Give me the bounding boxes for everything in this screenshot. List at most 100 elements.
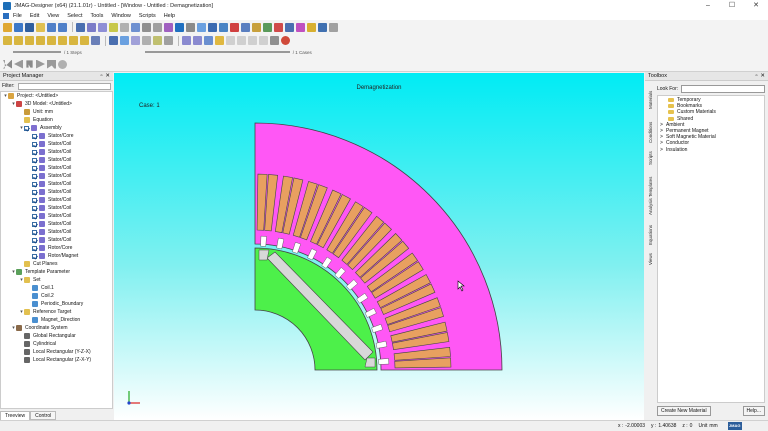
- cube-icon[interactable]: [3, 36, 12, 45]
- options-icon[interactable]: [329, 22, 338, 32]
- pan-icon[interactable]: [230, 22, 239, 32]
- tree-item[interactable]: Stator/Coil: [1, 188, 112, 196]
- close-button[interactable]: ✕: [744, 0, 768, 11]
- visibility-checkbox[interactable]: [32, 173, 37, 179]
- study-icon[interactable]: [131, 22, 140, 32]
- motor-model[interactable]: [114, 73, 644, 420]
- menu-file[interactable]: File: [13, 13, 22, 19]
- tab-materials[interactable]: Materials: [646, 85, 655, 111]
- tree-item[interactable]: ▾ 3D Model: <Untitled>: [1, 100, 112, 108]
- view-iso-icon[interactable]: [91, 36, 100, 45]
- tab-analysis-templates[interactable]: Analysis Templates: [646, 167, 655, 215]
- last-step-icon[interactable]: [47, 59, 56, 69]
- visibility-checkbox[interactable]: [32, 181, 37, 187]
- stator-core[interactable]: [254, 122, 503, 371]
- visibility-checkbox[interactable]: [32, 205, 37, 211]
- tree-item[interactable]: Stator/Coil: [1, 140, 112, 148]
- zoom-box-icon[interactable]: [285, 22, 294, 32]
- rotate-icon[interactable]: [219, 22, 228, 32]
- tree-item[interactable]: Stator/Coil: [1, 148, 112, 156]
- graph-icon[interactable]: [142, 22, 151, 32]
- tree-item[interactable]: ▾ Coordinate System: [1, 324, 112, 332]
- tree-item[interactable]: Magnet_Direction: [1, 316, 112, 324]
- visibility-checkbox[interactable]: [32, 245, 37, 251]
- flux-barrier-bottom[interactable]: [364, 357, 376, 368]
- play-icon[interactable]: [36, 59, 45, 69]
- pin-icon[interactable]: ▫: [755, 73, 757, 79]
- tree-item[interactable]: Stator/Coil: [1, 212, 112, 220]
- light-icon[interactable]: [307, 22, 316, 32]
- view-top-icon[interactable]: [120, 36, 129, 45]
- tree-item[interactable]: Rotor/Magnet: [1, 252, 112, 260]
- edges-icon[interactable]: [204, 36, 213, 45]
- tree-item[interactable]: Cylindrical: [1, 340, 112, 348]
- camera-icon[interactable]: [318, 22, 327, 32]
- redo-icon[interactable]: [58, 22, 67, 32]
- visibility-checkbox[interactable]: [32, 149, 37, 155]
- transparency-icon[interactable]: [193, 36, 202, 45]
- periodic-view-icon[interactable]: [259, 36, 268, 45]
- tree-item[interactable]: ▾ Assembly: [1, 124, 112, 132]
- fit-icon[interactable]: [252, 22, 261, 32]
- previous-step-icon[interactable]: [14, 59, 23, 69]
- visibility-checkbox[interactable]: [32, 197, 37, 203]
- tree-item[interactable]: ▾ Template Parameter: [1, 268, 112, 276]
- prism-icon[interactable]: [69, 36, 78, 45]
- tree-item[interactable]: Unit: mm: [1, 108, 112, 116]
- tree-item[interactable]: ▾ Reference Target: [1, 308, 112, 316]
- tree-item[interactable]: Periodic_Boundary: [1, 300, 112, 308]
- save-icon[interactable]: [25, 22, 34, 32]
- clip-icon[interactable]: [237, 36, 246, 45]
- menu-window[interactable]: Window: [111, 13, 131, 19]
- visibility-checkbox[interactable]: [32, 229, 37, 235]
- tab-equations[interactable]: Equations: [646, 217, 655, 245]
- panel-close-icon[interactable]: ✕: [760, 73, 765, 79]
- tree-item[interactable]: Global Rectangular: [1, 332, 112, 340]
- visibility-checkbox[interactable]: [32, 221, 37, 227]
- tree-item[interactable]: Stator/Core: [1, 132, 112, 140]
- cylinder-icon[interactable]: [25, 36, 34, 45]
- slot-opening-12[interactable]: [260, 235, 267, 247]
- menu-edit[interactable]: Edit: [30, 13, 39, 19]
- highlight-icon[interactable]: [296, 22, 305, 32]
- tree-item[interactable]: Stator/Coil: [1, 196, 112, 204]
- visibility-checkbox[interactable]: [32, 157, 37, 163]
- open-icon[interactable]: [14, 22, 23, 32]
- view-front-icon[interactable]: [109, 36, 118, 45]
- pin-icon[interactable]: ▫: [100, 73, 102, 79]
- tab-conditions[interactable]: Conditions: [646, 113, 655, 143]
- look-for-input[interactable]: [681, 85, 765, 93]
- tree-item[interactable]: Coil.2: [1, 292, 112, 300]
- model-viewport[interactable]: Demagnetization Case: 1: [114, 73, 644, 420]
- flux-barrier-top[interactable]: [258, 249, 270, 261]
- case-slider[interactable]: [144, 51, 290, 53]
- menu-select[interactable]: Select: [67, 13, 82, 19]
- visibility-checkbox[interactable]: [32, 133, 37, 139]
- cone-icon[interactable]: [36, 36, 45, 45]
- visibility-checkbox[interactable]: [32, 141, 37, 147]
- menu-scripts[interactable]: Scripts: [139, 13, 156, 19]
- import-icon[interactable]: [87, 22, 96, 32]
- plot-icon[interactable]: [164, 22, 173, 32]
- menu-help[interactable]: Help: [164, 13, 175, 19]
- marker-icon[interactable]: [274, 22, 283, 32]
- maximize-button[interactable]: ☐: [720, 0, 744, 11]
- run-icon[interactable]: [109, 22, 118, 32]
- mirror-icon[interactable]: [248, 36, 257, 45]
- geometry-editor-icon[interactable]: [76, 22, 85, 32]
- wedge-icon[interactable]: [58, 36, 67, 45]
- section-icon[interactable]: [226, 36, 235, 45]
- panel-close-icon[interactable]: ✕: [105, 73, 110, 79]
- sphere-icon[interactable]: [14, 36, 23, 45]
- view-back-icon[interactable]: [142, 36, 151, 45]
- part-color-icon[interactable]: [182, 36, 191, 45]
- mesh-icon[interactable]: [98, 22, 107, 32]
- screenshot-icon[interactable]: [270, 36, 279, 45]
- animation-settings-icon[interactable]: [58, 59, 67, 69]
- menu-tools[interactable]: Tools: [90, 13, 103, 19]
- stop-icon[interactable]: [26, 60, 33, 68]
- tree-item[interactable]: Cut Planes: [1, 260, 112, 268]
- menu-view[interactable]: View: [47, 13, 59, 19]
- tree-item[interactable]: Stator/Coil: [1, 156, 112, 164]
- create-new-material-button[interactable]: Create New Material: [657, 406, 711, 416]
